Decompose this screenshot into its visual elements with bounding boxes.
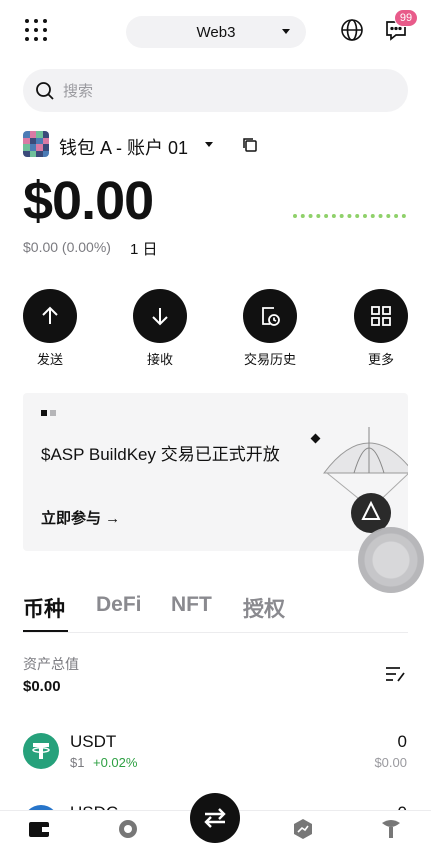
token-price: $1 [70, 755, 85, 770]
more-button[interactable]: 更多 [351, 289, 411, 368]
swap-icon [204, 808, 226, 828]
balance-change: $0.00 (0.00%) [23, 239, 111, 255]
sort-icon[interactable] [384, 664, 406, 684]
token-symbol: USDT [70, 732, 117, 751]
wallet-avatar [23, 131, 49, 157]
swap-button[interactable] [190, 793, 240, 843]
discover-icon[interactable] [117, 819, 139, 839]
balance-sparkline [293, 214, 406, 219]
tab-defi[interactable]: DeFi [96, 593, 142, 617]
active-tab-indicator [23, 630, 68, 632]
tab-nft[interactable]: NFT [171, 593, 212, 617]
parachute-illustration [310, 427, 408, 533]
tab-divider [23, 632, 408, 633]
arrow-up-icon [23, 289, 77, 343]
search-icon [36, 81, 54, 100]
token-amount: 0 [397, 732, 407, 751]
send-button[interactable]: 发送 [20, 289, 80, 368]
chevron-down-icon[interactable] [205, 142, 213, 147]
receive-button[interactable]: 接收 [130, 289, 190, 368]
history-label: 交易历史 [243, 352, 296, 367]
copy-icon[interactable] [242, 137, 258, 153]
wallet-icon[interactable] [28, 819, 50, 839]
wallet-selector[interactable]: 钱包 A - 账户 01 [59, 134, 188, 160]
search-placeholder: 搜索 [63, 83, 94, 100]
total-balance: $0.00 [23, 171, 154, 231]
network-selector[interactable]: Web3 [126, 16, 306, 48]
market-icon[interactable] [292, 819, 314, 839]
earn-icon[interactable] [380, 819, 402, 839]
token-change: +0.02% [93, 755, 138, 770]
carousel-indicator [41, 410, 56, 416]
promo-banner[interactable]: $ASP BuildKey 交易已正式开放 立即参与 → [23, 393, 408, 551]
receive-label: 接收 [146, 352, 173, 367]
banner-cta-link[interactable]: 立即参与 → [41, 507, 120, 528]
token-row-usdt[interactable] [0, 725, 431, 781]
send-label: 发送 [36, 352, 63, 367]
assets-total-value: $0.00 [23, 678, 61, 695]
history-icon [243, 289, 297, 343]
tab-approvals[interactable]: 授权 [243, 593, 285, 623]
app-menu-icon[interactable] [24, 18, 48, 42]
network-label: Web3 [196, 23, 236, 41]
grid-icon [354, 289, 408, 343]
search-input[interactable]: 搜索 [23, 69, 408, 112]
globe-icon[interactable] [340, 18, 364, 42]
more-label: 更多 [367, 352, 394, 367]
chevron-down-icon [282, 29, 290, 34]
banner-title: $ASP BuildKey 交易已正式开放 [41, 445, 280, 464]
notification-badge: 99 [394, 9, 418, 27]
usdt-token-icon [23, 733, 59, 769]
tab-tokens[interactable]: 币种 [23, 593, 65, 623]
token-value: $0.00 [374, 755, 407, 770]
floating-assistant-button[interactable] [358, 527, 424, 593]
history-button[interactable]: 交易历史 [240, 289, 300, 368]
assets-total-label: 资产总值 [23, 656, 79, 672]
period-selector[interactable]: 1 日 [130, 238, 158, 259]
arrow-down-icon [133, 289, 187, 343]
